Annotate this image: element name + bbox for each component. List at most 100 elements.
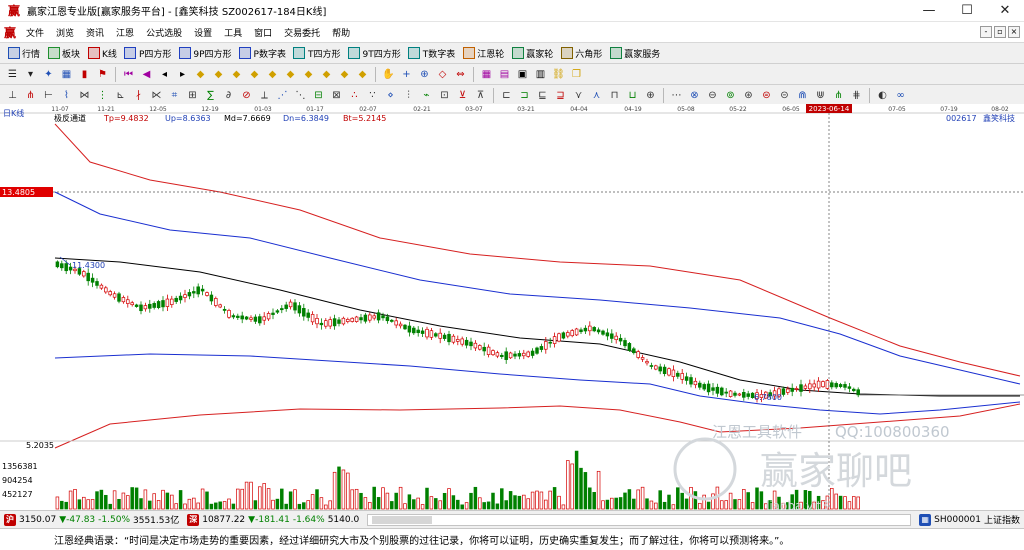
gann-tool-42-icon[interactable]: ⊛ xyxy=(740,86,757,104)
gann-tool-28-icon[interactable]: ⊏ xyxy=(498,86,515,104)
hand-icon[interactable]: ✋ xyxy=(380,65,397,83)
gann-tool-19-icon[interactable]: ∴ xyxy=(346,86,363,104)
diamond2-icon[interactable]: ◆ xyxy=(210,65,227,83)
toolbar-grid-button[interactable]: 行情 xyxy=(4,44,43,62)
layout2-icon[interactable]: ▥ xyxy=(532,65,549,83)
toolbar-hexagon-button[interactable]: 六角形 xyxy=(557,44,605,62)
close-button[interactable]: ✕ xyxy=(986,0,1024,22)
mdi-minimize-button[interactable]: - xyxy=(980,26,992,38)
gann-tool-23-icon[interactable]: ⌁ xyxy=(418,86,435,104)
menu-help[interactable]: 帮助 xyxy=(326,22,356,43)
gann-tool-24-icon[interactable]: ⊡ xyxy=(436,86,453,104)
gann-tool-9-icon[interactable]: ⌗ xyxy=(166,86,183,104)
magnet-icon[interactable]: ⇔ xyxy=(452,65,469,83)
mdi-close-button[interactable]: × xyxy=(1008,26,1020,38)
gann-tool-40-icon[interactable]: ⊖ xyxy=(704,86,721,104)
menu-trade[interactable]: 交易委托 xyxy=(278,22,326,43)
gann-tool-8-icon[interactable]: ⋉ xyxy=(148,86,165,104)
diamond8-icon[interactable]: ◆ xyxy=(318,65,335,83)
layout-icon[interactable]: ▣ xyxy=(514,65,531,83)
right-icon[interactable]: ▸ xyxy=(174,65,191,83)
toolbar-dollar-button[interactable]: 赢家服务 xyxy=(606,44,663,62)
gann-tool-45-icon[interactable]: ⋒ xyxy=(794,86,811,104)
zoom-in-icon[interactable]: ⊕ xyxy=(416,65,433,83)
gann-tool-44-icon[interactable]: ⊝ xyxy=(776,86,793,104)
gann-tool-38-icon[interactable]: ⋯ xyxy=(668,86,685,104)
gann-tool-6-icon[interactable]: ⊾ xyxy=(112,86,129,104)
kline-chart[interactable]: 11-07 11-21 12-05 12-19 01-03 01-17 02-07 02-21… xyxy=(0,104,1024,510)
gann-tool-2-icon[interactable]: ⊢ xyxy=(40,86,57,104)
mdi-restore-button[interactable]: ▫ xyxy=(994,26,1006,38)
pattern-icon[interactable]: ✦ xyxy=(40,65,57,83)
flag-icon[interactable]: ⚑ xyxy=(94,65,111,83)
diamond6-icon[interactable]: ◆ xyxy=(282,65,299,83)
link-icon[interactable]: ⛓ xyxy=(550,65,567,83)
toolbar-p-square-button[interactable]: P四方形 xyxy=(121,44,174,62)
gann-tool-31-icon[interactable]: ⊒ xyxy=(552,86,569,104)
gann-tool-7-icon[interactable]: ∤ xyxy=(130,86,147,104)
gann-tool-16-icon[interactable]: ⋱ xyxy=(292,86,309,104)
gann-tool-33-icon[interactable]: ⋏ xyxy=(588,86,605,104)
diamond5-icon[interactable]: ◆ xyxy=(264,65,281,83)
gann-tool-10-icon[interactable]: ⊞ xyxy=(184,86,201,104)
minimize-button[interactable]: — xyxy=(910,0,948,22)
gann-tool-43-icon[interactable]: ⊜ xyxy=(758,86,775,104)
gann-tool-20-icon[interactable]: ∵ xyxy=(364,86,381,104)
gann-tool-17-icon[interactable]: ⊟ xyxy=(310,86,327,104)
prev-icon[interactable]: ◀ xyxy=(138,65,155,83)
diamond-icon[interactable]: ◆ xyxy=(192,65,209,83)
gann-tool-25-icon[interactable]: ⊻ xyxy=(454,86,471,104)
menu-info[interactable]: 资讯 xyxy=(80,22,110,43)
gann-tool-18-icon[interactable]: ⊠ xyxy=(328,86,345,104)
chart-menu-icon[interactable]: ☰ xyxy=(4,65,21,83)
menu-browse[interactable]: 浏览 xyxy=(50,22,80,43)
pattern2-icon[interactable]: ▦ xyxy=(58,65,75,83)
menu-tools[interactable]: 工具 xyxy=(218,22,248,43)
gann-tool-35-icon[interactable]: ⊔ xyxy=(624,86,641,104)
gann-tool-26-icon[interactable]: ⊼ xyxy=(472,86,489,104)
menu-settings[interactable]: 设置 xyxy=(188,22,218,43)
menu-window[interactable]: 窗口 xyxy=(248,22,278,43)
gann-tool-29-icon[interactable]: ⊐ xyxy=(516,86,533,104)
gann-tool-4-icon[interactable]: ⋈ xyxy=(76,86,93,104)
toolbar-t-table-button[interactable]: T数字表 xyxy=(405,44,459,62)
toolbar-p-table-button[interactable]: P数字表 xyxy=(236,44,289,62)
diamond3-icon[interactable]: ◆ xyxy=(228,65,245,83)
gann-tool-21-icon[interactable]: ⋄ xyxy=(382,86,399,104)
gann-tool-22-icon[interactable]: ⫶ xyxy=(400,86,417,104)
gann-tool-39-icon[interactable]: ⊗ xyxy=(686,86,703,104)
status-scrollbar[interactable] xyxy=(367,513,912,526)
first-icon[interactable]: ⏮ xyxy=(120,65,137,83)
diamond7-icon[interactable]: ◆ xyxy=(300,65,317,83)
toolbar-sector-button[interactable]: 板块 xyxy=(44,44,83,62)
toolbar-gann-wheel-button[interactable]: 江恩轮 xyxy=(459,44,507,62)
gann-tool-0-icon[interactable]: ⊥ xyxy=(4,86,21,104)
gann-tool-36-icon[interactable]: ⊕ xyxy=(642,86,659,104)
diamond9-icon[interactable]: ◆ xyxy=(336,65,353,83)
toolbar-candle-button[interactable]: K线 xyxy=(84,44,120,62)
cross-icon[interactable]: + xyxy=(398,65,415,83)
calc-icon[interactable]: ▦ xyxy=(478,65,495,83)
gann-tool-5-icon[interactable]: ⋮ xyxy=(94,86,111,104)
gann-tool-51-icon[interactable]: ∞ xyxy=(892,86,909,104)
toolbar-winner-wheel-button[interactable]: 赢家轮 xyxy=(508,44,556,62)
toolbar-9p-square-button[interactable]: 9P四方形 xyxy=(175,44,234,62)
left-icon[interactable]: ◂ xyxy=(156,65,173,83)
maximize-button[interactable]: ☐ xyxy=(948,0,986,22)
toolbar-9t-square-button[interactable]: 9T四方形 xyxy=(344,44,403,62)
sh-index-segment[interactable]: 沪 3150.07 ▼-47.83 -1.50% 3551.53亿 xyxy=(0,511,183,529)
menu-formula-select[interactable]: 公式选股 xyxy=(140,22,188,43)
gann-tool-15-icon[interactable]: ⋰ xyxy=(274,86,291,104)
gann-tool-3-icon[interactable]: ⌇ xyxy=(58,86,75,104)
dropdown-icon[interactable]: ▾ xyxy=(22,65,39,83)
sz-index-segment[interactable]: 深 10877.22 ▼-181.41 -1.64% 5140.0 xyxy=(183,511,363,529)
gann-tool-32-icon[interactable]: ⋎ xyxy=(570,86,587,104)
bar-icon[interactable]: ▮ xyxy=(76,65,93,83)
gann-tool-12-icon[interactable]: ∂ xyxy=(220,86,237,104)
gann-tool-46-icon[interactable]: ⋓ xyxy=(812,86,829,104)
gann-tool-13-icon[interactable]: ⊘ xyxy=(238,86,255,104)
shape-icon[interactable]: ◇ xyxy=(434,65,451,83)
diamond4-icon[interactable]: ◆ xyxy=(246,65,263,83)
gann-tool-34-icon[interactable]: ⊓ xyxy=(606,86,623,104)
kline-chart-area[interactable]: 11-07 11-21 12-05 12-19 01-03 01-17 02-07 02-21… xyxy=(0,104,1024,510)
